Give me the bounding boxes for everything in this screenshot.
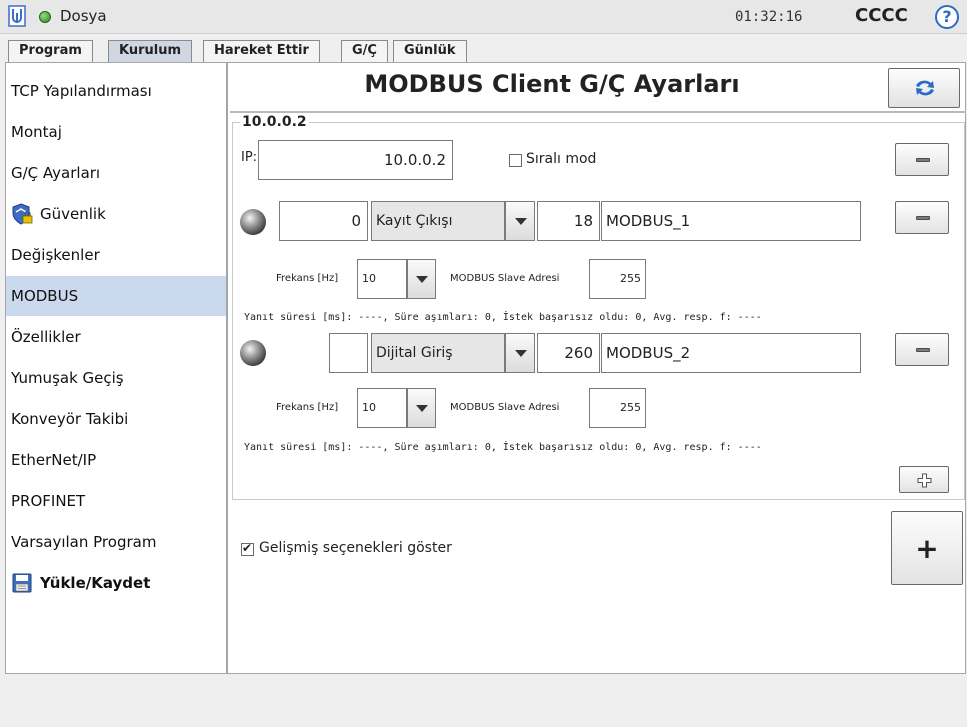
minus-icon	[916, 216, 930, 220]
sidebar-item-montaj[interactable]: Montaj	[6, 112, 226, 152]
frequency-select[interactable]: 10	[357, 388, 407, 428]
chevron-down-icon[interactable]	[407, 388, 436, 428]
minus-icon	[916, 158, 930, 162]
sidebar-item-yumusak-gecis[interactable]: Yumuşak Geçiş	[6, 358, 226, 398]
signal-stats-text: Yanıt süresi [ms]: ----, Süre aşımları: …	[244, 442, 762, 453]
ip-input[interactable]: 10.0.0.2	[258, 140, 453, 180]
sequential-mode-label: Sıralı mod	[526, 151, 597, 167]
advanced-options-label: Gelişmiş seçenekleri göster	[259, 540, 452, 556]
remove-signal-button[interactable]	[895, 201, 949, 234]
sidebar-item-default-program[interactable]: Varsayılan Program	[6, 522, 226, 562]
sidebar-item-load-save[interactable]: Yükle/Kaydet	[6, 563, 226, 603]
tab-program[interactable]: Program	[8, 40, 93, 62]
refresh-button[interactable]	[888, 68, 960, 108]
chevron-down-icon[interactable]	[505, 333, 535, 373]
frequency-select[interactable]: 10	[357, 259, 407, 299]
modbus-unit-label: 10.0.0.2	[240, 114, 309, 130]
sidebar-item-ethernet-ip[interactable]: EtherNet/IP	[6, 440, 226, 480]
sidebar-item-guvenlik[interactable]: Güvenlik	[6, 194, 226, 234]
frequency-label: Frekans [Hz]	[276, 402, 339, 413]
signal-name-input[interactable]: MODBUS_1	[601, 201, 861, 241]
sidebar-item-tcp[interactable]: TCP Yapılandırması	[6, 71, 226, 111]
chevron-down-icon[interactable]	[407, 259, 436, 299]
sidebar-item-ozellikler[interactable]: Özellikler	[6, 317, 226, 357]
sidebar-item-label: Yükle/Kaydet	[40, 574, 151, 592]
signal-value-field[interactable]: 0	[279, 201, 368, 241]
sidebar-item-degiskenler[interactable]: Değişkenler	[6, 235, 226, 275]
signal-type-select[interactable]: Kayıt Çıkışı	[371, 201, 505, 241]
tab-gunluk[interactable]: Günlük	[393, 40, 467, 62]
sidebar-item-modbus[interactable]: MODBUS	[6, 276, 226, 316]
footer-bar	[0, 674, 967, 727]
advanced-options-checkbox[interactable]	[241, 541, 254, 556]
signal-address-input[interactable]: 18	[537, 201, 600, 241]
ip-label: IP:	[241, 150, 258, 165]
page-title: MODBUS Client G/Ç Ayarları	[364, 70, 740, 98]
slave-address-label: MODBUS Slave Adresi	[450, 273, 560, 284]
add-modbus-unit-button[interactable]: +	[891, 511, 963, 585]
top-bar	[0, 0, 967, 34]
slave-address-input[interactable]: 255	[589, 259, 646, 299]
remove-unit-button[interactable]	[895, 143, 949, 176]
help-icon[interactable]: ?	[935, 5, 959, 29]
tab-hareket-ettir[interactable]: Hareket Ettir	[203, 40, 320, 62]
plus-icon	[917, 473, 932, 488]
signal-name-input[interactable]: MODBUS_2	[601, 333, 861, 373]
refresh-icon	[916, 80, 934, 96]
clock: 01:32:16	[735, 9, 803, 25]
frequency-label: Frekans [Hz]	[276, 273, 339, 284]
sidebar: TCP Yapılandırması Montaj G/Ç Ayarları G…	[5, 62, 227, 674]
plus-icon: +	[915, 532, 939, 565]
add-signal-button[interactable]	[899, 466, 949, 493]
signal-type-select[interactable]: Dijital Giriş	[371, 333, 505, 373]
sidebar-item-io-settings[interactable]: G/Ç Ayarları	[6, 153, 226, 193]
shield-lock-icon	[12, 203, 33, 225]
minus-icon	[916, 348, 930, 352]
remove-signal-button[interactable]	[895, 333, 949, 366]
signal-status-led-icon	[240, 209, 266, 235]
user-label: CCCC	[855, 5, 908, 26]
slave-address-input[interactable]: 255	[589, 388, 646, 428]
signal-value-field[interactable]	[329, 333, 368, 373]
floppy-disk-icon	[12, 573, 32, 593]
title-divider	[230, 111, 966, 113]
tab-io[interactable]: G/Ç	[341, 40, 388, 62]
sidebar-item-konveyor[interactable]: Konveyör Takibi	[6, 399, 226, 439]
chevron-down-icon[interactable]	[505, 201, 535, 241]
sidebar-item-profinet[interactable]: PROFINET	[6, 481, 226, 521]
signal-stats-text: Yanıt süresi [ms]: ----, Süre aşımları: …	[244, 312, 762, 323]
slave-address-label: MODBUS Slave Adresi	[450, 402, 560, 413]
sidebar-item-label: Güvenlik	[40, 205, 106, 223]
file-menu[interactable]: Dosya	[60, 7, 107, 25]
robot-status-icon	[39, 11, 51, 23]
signal-address-input[interactable]: 260	[537, 333, 600, 373]
signal-status-led-icon	[240, 340, 266, 366]
tab-kurulum[interactable]: Kurulum	[108, 40, 193, 62]
sequential-mode-checkbox[interactable]	[509, 154, 522, 167]
ur-logo-icon	[8, 5, 26, 27]
